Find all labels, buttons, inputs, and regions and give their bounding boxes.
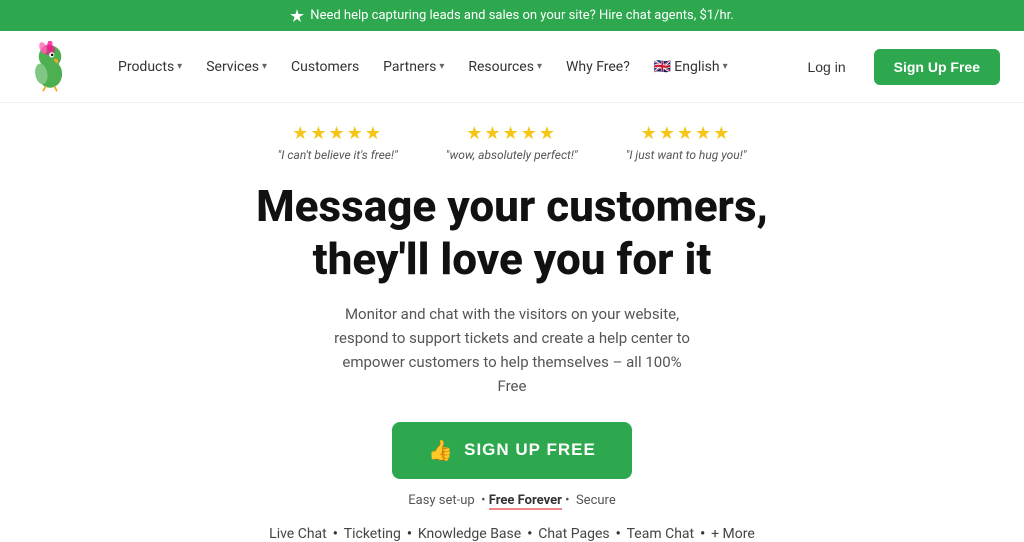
star-quote: "I just want to hug you!" xyxy=(626,148,747,162)
nav-services[interactable]: Services ▾ xyxy=(196,51,277,83)
nav-partners[interactable]: Partners ▾ xyxy=(373,51,454,83)
stars-row: ★★★★★ "I can't believe it's free!" ★★★★★… xyxy=(278,123,747,162)
star-group: ★★★★★ "I can't believe it's free!" xyxy=(278,123,398,162)
resources-chevron-icon: ▾ xyxy=(537,61,542,72)
feature-tags: Live Chat • Ticketing • Knowledge Base • Chat … xyxy=(269,526,755,542)
feature-tag: Chat Pages xyxy=(538,526,609,542)
feature-dot: • xyxy=(333,526,338,542)
nav-language[interactable]: 🇬🇧 English ▾ xyxy=(644,51,738,83)
feature-tag: + More xyxy=(711,526,755,542)
signup-button[interactable]: Sign Up Free xyxy=(874,49,1000,85)
top-banner: Need help capturing leads and sales on y… xyxy=(0,0,1024,31)
products-chevron-icon: ▾ xyxy=(177,61,182,72)
nav-customers[interactable]: Customers xyxy=(281,51,369,83)
logo-parrot-icon xyxy=(24,41,76,93)
star-rating: ★★★★★ xyxy=(466,123,557,144)
banner-text: Need help capturing leads and sales on y… xyxy=(310,8,733,23)
nav-products[interactable]: Products ▾ xyxy=(108,51,192,83)
language-flag-icon: 🇬🇧 xyxy=(654,59,671,75)
nav-actions: Log in Sign Up Free xyxy=(791,49,1000,85)
star-group: ★★★★★ "I just want to hug you!" xyxy=(626,123,747,162)
logo[interactable] xyxy=(24,41,76,93)
easy-setup-text: Easy set-up • Free Forever • Secure xyxy=(408,493,615,508)
login-button[interactable]: Log in xyxy=(791,51,861,83)
thumbs-up-icon: 👍 xyxy=(428,438,454,463)
feature-dot: • xyxy=(700,526,705,542)
feature-tag: Knowledge Base xyxy=(418,526,521,542)
star-quote: "wow, absolutely perfect!" xyxy=(446,148,578,162)
feature-tag: Team Chat xyxy=(627,526,694,542)
feature-dot: • xyxy=(527,526,532,542)
nav-resources[interactable]: Resources ▾ xyxy=(458,51,552,83)
hero-subtext: Monitor and chat with the visitors on yo… xyxy=(332,302,692,398)
feature-tag: Ticketing xyxy=(344,526,401,542)
main-content: ★★★★★ "I can't believe it's free!" ★★★★★… xyxy=(0,103,1024,542)
feature-tag: Live Chat xyxy=(269,526,327,542)
nav-links: Products ▾ Services ▾ Customers Partners… xyxy=(108,51,791,83)
cta-signup-button[interactable]: 👍 SIGN UP FREE xyxy=(392,422,632,479)
star-rating: ★★★★★ xyxy=(641,123,732,144)
feature-dot: • xyxy=(407,526,412,542)
language-chevron-icon: ▾ xyxy=(723,61,728,72)
banner-icon xyxy=(290,9,304,23)
navbar: Products ▾ Services ▾ Customers Partners… xyxy=(0,31,1024,103)
feature-dot: • xyxy=(616,526,621,542)
star-group: ★★★★★ "wow, absolutely perfect!" xyxy=(446,123,578,162)
services-chevron-icon: ▾ xyxy=(262,61,267,72)
star-quote: "I can't believe it's free!" xyxy=(278,148,398,162)
star-rating: ★★★★★ xyxy=(292,123,383,144)
nav-whyfree[interactable]: Why Free? xyxy=(556,51,640,83)
hero-heading: Message your customers, they'll love you… xyxy=(256,180,768,286)
partners-chevron-icon: ▾ xyxy=(439,61,444,72)
